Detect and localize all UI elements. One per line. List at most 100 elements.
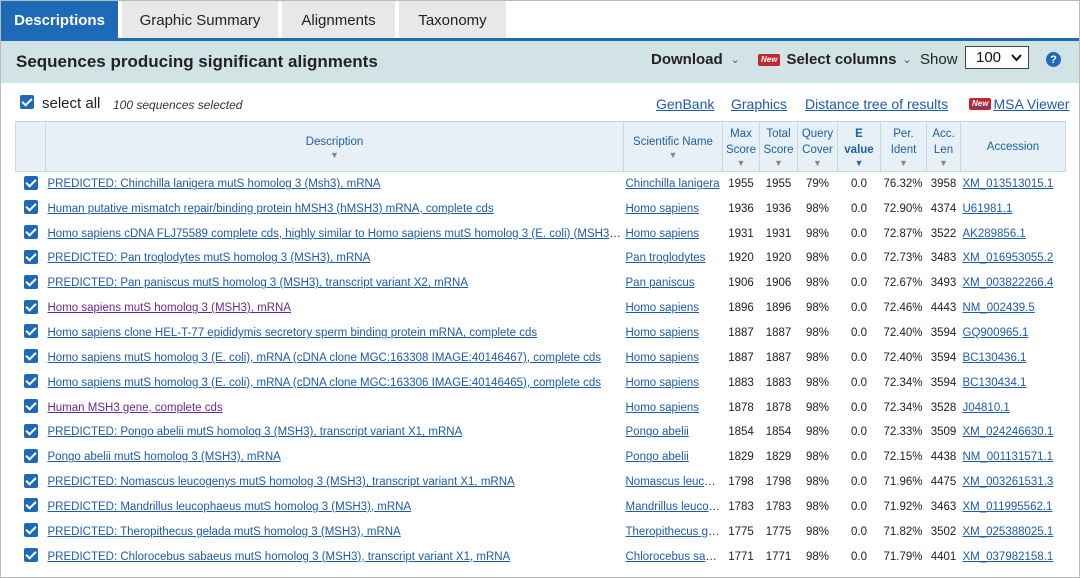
- description-link[interactable]: Homo sapiens mutS homolog 3 (MSH3), mRNA: [48, 302, 292, 314]
- column-header-max-score[interactable]: Max Score ▼: [722, 121, 760, 172]
- acc-len-cell: 3493: [927, 271, 961, 296]
- tab-taxonomy[interactable]: Taxonomy: [399, 1, 506, 39]
- accession-link[interactable]: J04810.1: [963, 402, 1010, 414]
- accession-link[interactable]: XM_013513015.1: [963, 178, 1054, 190]
- row-checkbox[interactable]: [23, 548, 38, 563]
- query-cover-cell: 98%: [798, 246, 838, 271]
- scientific-name-link[interactable]: Homo sapiens: [626, 327, 700, 339]
- accession-link[interactable]: GQ900965.1: [963, 327, 1029, 339]
- description-link[interactable]: PREDICTED: Pan troglodytes mutS homolog …: [48, 252, 371, 264]
- per-ident-cell: 72.87%: [881, 221, 927, 246]
- column-header-accession[interactable]: Accession: [960, 121, 1066, 172]
- e-value-cell: 0.0: [838, 519, 881, 544]
- scientific-name-link[interactable]: Homo sapiens: [626, 228, 700, 240]
- accession-link[interactable]: NM_001131571.1: [963, 451, 1054, 463]
- total-score: 1798: [765, 476, 792, 489]
- help-icon[interactable]: ?: [1046, 52, 1061, 67]
- scientific-name-link[interactable]: Chinchilla lanigera: [626, 178, 720, 190]
- description-link[interactable]: PREDICTED: Pongo abelii mutS homolog 3 (…: [48, 426, 463, 438]
- msa-viewer-link[interactable]: New MSA Viewer: [969, 96, 1069, 112]
- row-checkbox[interactable]: [23, 299, 38, 314]
- column-header-e-value[interactable]: Evalue ▼: [837, 121, 881, 172]
- sort-arrow-icon: ▼: [774, 157, 783, 168]
- column-header-description[interactable]: Description ▼: [45, 121, 624, 172]
- description-link-cell: PREDICTED: Mandrillus leucophaeus mutS h…: [46, 494, 624, 519]
- scientific-name-link[interactable]: Mandrillus leucophaeus: [626, 501, 723, 513]
- accession-link[interactable]: BC130436.1: [963, 352, 1027, 364]
- accession-link[interactable]: BC130434.1: [963, 377, 1027, 389]
- description-link[interactable]: Homo sapiens cDNA FLJ75589 complete cds,…: [48, 228, 624, 240]
- scientific-name-link[interactable]: Homo sapiens: [626, 302, 700, 314]
- scientific-name-link[interactable]: Homo sapiens: [626, 203, 700, 215]
- accession-link[interactable]: AK289856.1: [963, 228, 1026, 240]
- row-checkbox[interactable]: [23, 399, 38, 414]
- scientific-name-link[interactable]: Pongo abelii: [626, 451, 689, 463]
- distance-tree-link[interactable]: Distance tree of results: [805, 96, 948, 112]
- description-link[interactable]: PREDICTED: Mandrillus leucophaeus mutS h…: [48, 501, 412, 513]
- tab-graphic-summary[interactable]: Graphic Summary: [122, 1, 278, 39]
- description-link[interactable]: PREDICTED: Chinchilla lanigera mutS homo…: [48, 178, 381, 190]
- row-checkbox[interactable]: [23, 423, 38, 438]
- scientific-name-link[interactable]: Pan troglodytes: [626, 252, 706, 264]
- description-link[interactable]: PREDICTED: Chlorocebus sabaeus mutS homo…: [48, 551, 511, 563]
- row-checkbox[interactable]: [23, 374, 38, 389]
- select-all-label[interactable]: select all: [42, 95, 100, 112]
- accession-link[interactable]: XM_003261531.3: [963, 476, 1054, 488]
- column-header-scientific-name[interactable]: Scientific Name ▼: [623, 121, 723, 172]
- description-link[interactable]: Human MSH3 gene, complete cds: [48, 402, 223, 414]
- scientific-name-link[interactable]: Pan paniscus: [626, 277, 695, 289]
- accession-link[interactable]: XM_025388025.1: [963, 526, 1054, 538]
- download-menu[interactable]: Download ⌄: [651, 51, 740, 68]
- select-all-checkbox[interactable]: [20, 95, 34, 109]
- accession-link[interactable]: XM_037982158.1: [963, 551, 1054, 563]
- column-header-per-ident[interactable]: Per. Ident ▼: [880, 121, 927, 172]
- description-link[interactable]: Homo sapiens clone HEL-T-77 epididymis s…: [48, 327, 538, 339]
- scientific-name-link[interactable]: Homo sapiens: [626, 352, 700, 364]
- scientific-name-link[interactable]: Chlorocebus sabaeus: [626, 551, 723, 563]
- description-link[interactable]: Pongo abelii mutS homolog 3 (MSH3), mRNA: [48, 451, 281, 463]
- scientific-name-link[interactable]: Homo sapiens: [626, 402, 700, 414]
- genbank-link[interactable]: GenBank: [656, 96, 714, 112]
- column-header-label: Len: [933, 143, 954, 156]
- row-checkbox[interactable]: [23, 324, 38, 339]
- graphics-link[interactable]: Graphics: [731, 96, 787, 112]
- tab-descriptions[interactable]: Descriptions: [1, 1, 118, 39]
- scientific-name-link[interactable]: Theropithecus gelada: [626, 526, 723, 538]
- select-columns-menu[interactable]: New Select columns ⌄: [758, 51, 912, 68]
- per-ident-cell: 72.67%: [881, 271, 927, 296]
- accession-link[interactable]: NM_002439.5: [963, 302, 1035, 314]
- accession-link[interactable]: XM_016953055.2: [963, 252, 1054, 264]
- row-checkbox[interactable]: [23, 175, 38, 190]
- description-link[interactable]: Homo sapiens mutS homolog 3 (E. coli), m…: [48, 377, 602, 389]
- scientific-name-link[interactable]: Nomascus leucogenys: [626, 476, 723, 488]
- column-header-label: Max: [730, 127, 752, 140]
- acc-len-cell: 3463: [927, 494, 961, 519]
- column-header-query-cover[interactable]: Query Cover ▼: [797, 121, 838, 172]
- row-checkbox[interactable]: [23, 349, 38, 364]
- accession-link[interactable]: XM_011995562.1: [963, 501, 1053, 513]
- query-cover: 98%: [805, 401, 830, 414]
- row-checkbox[interactable]: [23, 498, 38, 513]
- description-link[interactable]: Homo sapiens mutS homolog 3 (E. coli), m…: [48, 352, 602, 364]
- row-checkbox[interactable]: [23, 274, 38, 289]
- scientific-name-link[interactable]: Homo sapiens: [626, 377, 700, 389]
- accession-link[interactable]: XM_024246630.1: [963, 426, 1054, 438]
- description-link[interactable]: PREDICTED: Nomascus leucogenys mutS homo…: [48, 476, 515, 488]
- row-checkbox[interactable]: [23, 200, 38, 215]
- description-link[interactable]: PREDICTED: Pan paniscus mutS homolog 3 (…: [48, 277, 469, 289]
- tab-alignments[interactable]: Alignments: [282, 1, 395, 39]
- accession-link[interactable]: U61981.1: [963, 203, 1013, 215]
- row-checkbox[interactable]: [23, 249, 38, 264]
- row-checkbox[interactable]: [23, 448, 38, 463]
- column-header-total-score[interactable]: Total Score ▼: [759, 121, 798, 172]
- accession-link[interactable]: XM_003822266.4: [963, 277, 1054, 289]
- description-link[interactable]: PREDICTED: Theropithecus gelada mutS hom…: [48, 526, 401, 538]
- row-checkbox[interactable]: [23, 225, 38, 240]
- column-header-acc-len[interactable]: Acc. Len ▼: [926, 121, 961, 172]
- scientific-name-link[interactable]: Pongo abelii: [626, 426, 689, 438]
- description-link[interactable]: Human putative mismatch repair/binding p…: [48, 203, 494, 215]
- row-checkbox[interactable]: [23, 473, 38, 488]
- query-cover-cell: 98%: [798, 221, 838, 246]
- show-count-select[interactable]: 100: [965, 46, 1029, 69]
- row-checkbox[interactable]: [23, 523, 38, 538]
